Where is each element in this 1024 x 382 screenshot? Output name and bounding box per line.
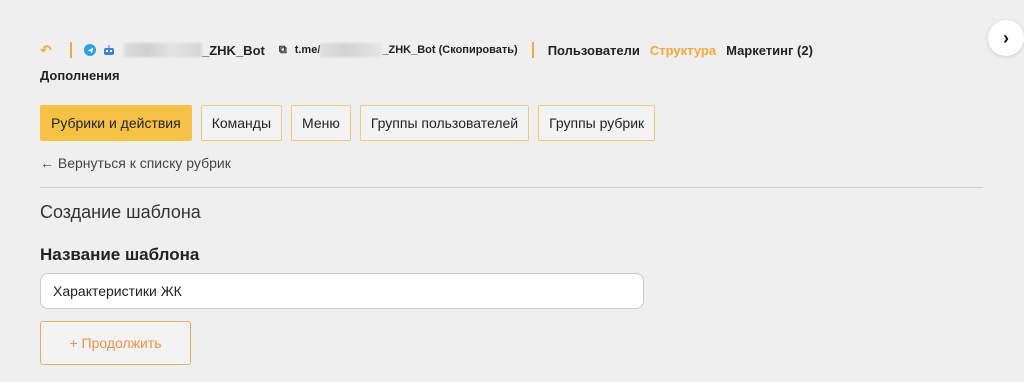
divider — [531, 42, 534, 58]
bot-link-prefix[interactable]: t.me/ — [295, 44, 321, 56]
telegram-icon — [84, 44, 96, 56]
tabs: Рубрики и действия Команды Меню Группы п… — [40, 105, 656, 141]
back-to-rubrics-link[interactable]: ← Вернуться к списку рубрик — [40, 155, 231, 171]
tab-commands[interactable]: Команды — [200, 105, 283, 141]
bot-link-redacted — [320, 43, 383, 57]
chevron-right-icon[interactable]: › — [988, 20, 1024, 56]
tab-rubrics[interactable]: Рубрики и действия — [40, 105, 192, 141]
back-arrow-icon[interactable]: ↶ — [40, 42, 56, 59]
bot-name: _ZHK_Bot — [202, 42, 265, 58]
continue-button[interactable]: + Продолжить — [40, 321, 191, 365]
bot-link-copy[interactable]: _ZHK_Bot (Скопировать) — [382, 44, 517, 56]
nav-users[interactable]: Пользователи — [548, 43, 640, 58]
bot-icon — [102, 44, 116, 56]
top-bar: ↶ _ZHK_Bot ⧉ t.me/ _ZHK_Bot (Скопировать… — [40, 40, 823, 60]
divider — [70, 42, 72, 58]
tab-rubric-groups[interactable]: Группы рубрик — [538, 105, 656, 141]
tab-user-groups[interactable]: Группы пользователей — [359, 105, 530, 141]
page-title: Создание шаблона — [40, 202, 201, 222]
template-name-input[interactable] — [40, 273, 644, 309]
bot-name-redacted — [124, 43, 202, 57]
link-icon: ⧉ — [278, 43, 287, 56]
section-divider — [40, 187, 983, 188]
template-name-label: Название шаблона — [40, 245, 200, 264]
nav-marketing[interactable]: Маркетинг (2) — [726, 43, 813, 58]
nav-structure[interactable]: Структура — [650, 43, 716, 58]
nav-addons[interactable]: Дополнения — [40, 68, 120, 83]
tab-menu[interactable]: Меню — [291, 105, 351, 141]
